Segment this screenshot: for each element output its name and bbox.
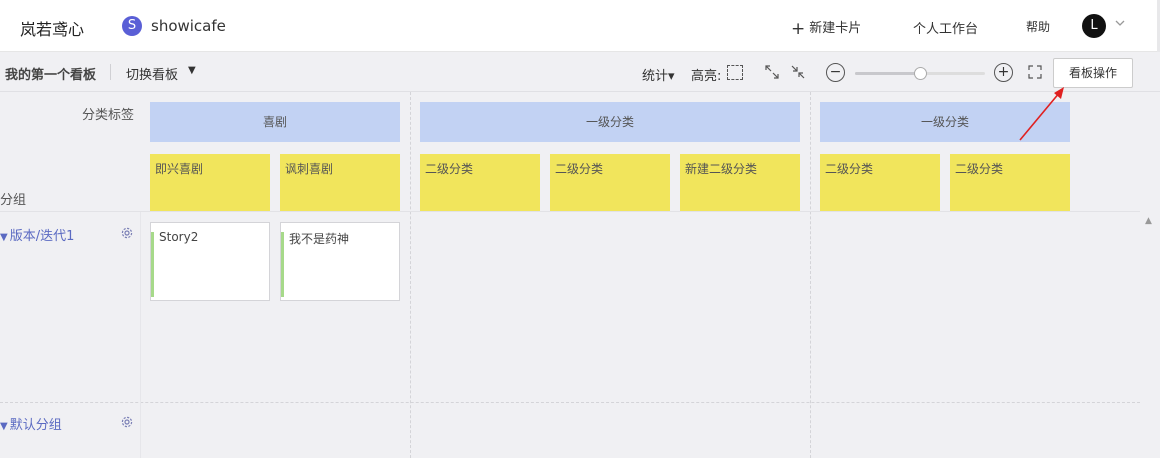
lane-column-divider xyxy=(140,212,141,458)
zoom-in-button[interactable]: + xyxy=(994,63,1013,82)
card-status-stripe xyxy=(281,232,284,297)
caret-down-icon: ▼ xyxy=(0,421,8,432)
stats-dropdown[interactable]: 统计▾ xyxy=(642,65,675,84)
story-card[interactable]: 我不是药神 xyxy=(280,222,400,301)
plus-icon: + xyxy=(791,19,806,39)
category-label-heading: 分类标签 xyxy=(82,108,135,123)
category-level1[interactable]: 喜剧 xyxy=(150,102,400,142)
header-divider xyxy=(0,211,1140,212)
category-level2[interactable]: 二级分类 xyxy=(950,154,1070,211)
kanban-board: 分类标签 分组 喜剧 一级分类 一级分类 即兴喜剧 讽刺喜剧 二级分类 二级分类… xyxy=(0,92,1160,458)
toolbar-divider xyxy=(110,64,111,80)
caret-down-icon[interactable]: ▼ xyxy=(188,65,196,76)
board-title: 我的第一个看板 xyxy=(5,68,97,83)
expand-all-icon[interactable] xyxy=(764,64,780,80)
fullscreen-icon[interactable] xyxy=(1027,64,1043,80)
zoom-slider[interactable] xyxy=(855,67,985,80)
lane-label: 默认分组 xyxy=(9,418,62,433)
lane-divider xyxy=(0,402,1140,403)
gear-icon[interactable] xyxy=(120,226,134,240)
workspace-brand[interactable]: 岚若鸢心 xyxy=(20,16,84,40)
category-level2[interactable]: 二级分类 xyxy=(420,154,540,211)
avatar[interactable]: L xyxy=(1082,14,1106,38)
highlight-select-icon[interactable] xyxy=(727,65,743,80)
category-level2[interactable]: 二级分类 xyxy=(820,154,940,211)
story-card[interactable]: Story2 xyxy=(150,222,270,301)
column-divider xyxy=(810,92,811,458)
project-name[interactable]: showicafe xyxy=(151,17,226,35)
lane-title-default[interactable]: ▼ 默认分组 xyxy=(0,414,62,433)
zoom-out-button[interactable]: − xyxy=(826,63,845,82)
caret-down-icon: ▼ xyxy=(0,232,8,243)
category-level2[interactable]: 即兴喜剧 xyxy=(150,154,270,211)
new-card-button[interactable]: + 新建卡片 xyxy=(791,17,861,39)
new-card-label: 新建卡片 xyxy=(809,21,862,36)
project-icon: S xyxy=(122,16,142,36)
card-title: 我不是药神 xyxy=(289,232,350,246)
card-title: Story2 xyxy=(159,230,199,244)
switch-board-button[interactable]: 切换看板 xyxy=(126,64,178,83)
category-level1[interactable]: 一级分类 xyxy=(420,102,800,142)
group-heading: 分组 xyxy=(0,193,27,208)
category-level2[interactable]: 讽刺喜剧 xyxy=(280,154,400,211)
board-toolbar: 我的第一个看板 切换看板 ▼ 统计▾ 高亮: − + 看板操作 xyxy=(0,52,1160,92)
lane-label: 版本/迭代1 xyxy=(9,229,75,244)
category-level2[interactable]: 二级分类 xyxy=(550,154,670,211)
zoom-slider-fill xyxy=(855,72,920,75)
workbench-link[interactable]: 个人工作台 xyxy=(913,18,978,37)
column-divider xyxy=(410,92,411,458)
collapse-all-icon[interactable] xyxy=(790,64,806,80)
card-status-stripe xyxy=(151,232,154,297)
chevron-down-icon[interactable] xyxy=(1114,17,1126,32)
top-bar: 岚若鸢心 S showicafe + 新建卡片 个人工作台 帮助 L xyxy=(0,0,1160,52)
gear-icon[interactable] xyxy=(120,415,134,429)
help-link[interactable]: 帮助 xyxy=(1026,18,1050,35)
annotation-arrow-icon xyxy=(1019,87,1064,141)
highlight-label: 高亮: xyxy=(691,69,722,84)
lane-title-version1[interactable]: ▼ 版本/迭代1 xyxy=(0,225,74,244)
scroll-up-arrow-icon[interactable]: ▲ xyxy=(1145,216,1152,226)
category-level2[interactable]: 新建二级分类 xyxy=(680,154,800,211)
zoom-slider-thumb[interactable] xyxy=(914,67,927,80)
